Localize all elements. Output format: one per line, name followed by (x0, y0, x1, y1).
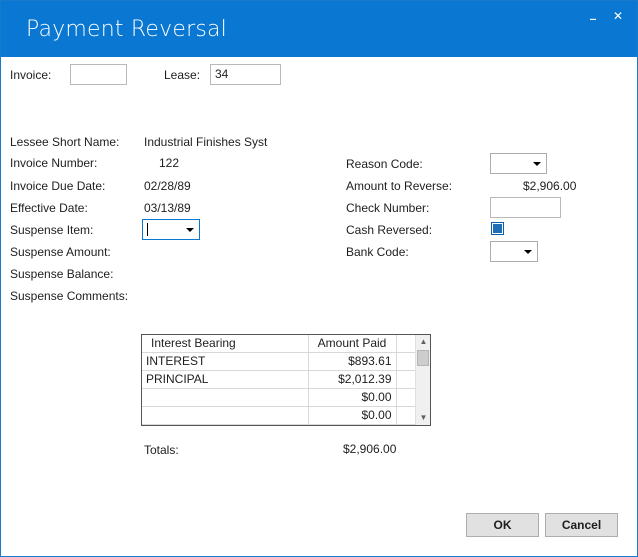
scrollbar-thumb[interactable] (417, 350, 429, 366)
suspense-item-select[interactable] (142, 219, 200, 240)
check-number-input[interactable] (490, 197, 561, 218)
chevron-down-icon[interactable] (533, 162, 541, 166)
scroll-up-arrow-icon[interactable]: ▲ (416, 335, 430, 349)
ok-button[interactable]: OK (466, 513, 539, 537)
table-row[interactable]: INTEREST $893.61 (142, 352, 417, 371)
row-spacer-cell (396, 406, 417, 425)
checkbox-fill (493, 224, 502, 233)
suspense-balance-label: Suspense Balance: (10, 267, 114, 281)
amount-to-reverse-label: Amount to Reverse: (346, 179, 453, 193)
effective-date-label: Effective Date: (10, 201, 88, 215)
scroll-down-arrow-icon[interactable]: ▼ (416, 411, 430, 425)
row-spacer-cell (396, 352, 417, 371)
reason-code-select[interactable] (490, 153, 547, 174)
bank-code-label: Bank Code: (346, 245, 409, 259)
bank-code-select[interactable] (490, 241, 538, 262)
totals-value: $2,906.00 (343, 442, 397, 456)
chevron-down-icon[interactable] (186, 228, 194, 232)
text-caret (147, 223, 148, 236)
check-number-label: Check Number: (346, 201, 430, 215)
grid-header-row: Interest Bearing Amount Paid (142, 335, 417, 353)
row-name-cell[interactable] (142, 388, 309, 407)
row-amount-cell[interactable]: $0.00 (308, 388, 397, 407)
close-icon[interactable]: ✕ (613, 10, 623, 22)
table-row[interactable]: $0.00 (142, 406, 417, 425)
cash-reversed-checkbox[interactable] (491, 222, 504, 235)
invoice-input[interactable] (70, 64, 127, 85)
row-amount-cell[interactable]: $893.61 (308, 352, 397, 371)
row-name-cell[interactable]: INTEREST (142, 352, 309, 371)
amount-to-reverse-value: $2,906.00 (523, 179, 577, 193)
reason-code-label: Reason Code: (346, 157, 423, 171)
table-row[interactable]: $0.00 (142, 388, 417, 407)
row-name-cell[interactable]: PRINCIPAL (142, 370, 309, 389)
row-amount-cell[interactable]: $0.00 (308, 406, 397, 425)
row-spacer-cell (396, 370, 417, 389)
column-header-spacer (396, 335, 417, 353)
window-title: Payment Reversal (26, 17, 227, 42)
invoice-number-label: Invoice Number: (10, 156, 98, 170)
grid-vertical-scrollbar[interactable]: ▲ ▼ (415, 335, 430, 425)
lessee-short-name-value: Industrial Finishes Syst (144, 135, 268, 149)
row-amount-cell[interactable]: $2,012.39 (308, 370, 397, 389)
interest-bearing-grid: Interest Bearing Amount Paid INTEREST $8… (141, 334, 431, 426)
suspense-item-label: Suspense Item: (10, 223, 94, 237)
cash-reversed-label: Cash Reversed: (346, 223, 433, 237)
invoice-due-date-value: 02/28/89 (144, 179, 191, 193)
suspense-amount-label: Suspense Amount: (10, 245, 111, 259)
row-spacer-cell (396, 388, 417, 407)
lease-input[interactable]: 34 (210, 64, 281, 85)
minimize-icon[interactable]: _ (590, 7, 596, 19)
lessee-short-name-label: Lessee Short Name: (10, 135, 120, 149)
column-header-interest-bearing[interactable]: Interest Bearing (142, 335, 309, 353)
row-name-cell[interactable] (142, 406, 309, 425)
title-bar: Payment Reversal _ ✕ (1, 1, 637, 57)
effective-date-value: 03/13/89 (144, 201, 191, 215)
table-row[interactable]: PRINCIPAL $2,012.39 (142, 370, 417, 389)
lease-label: Lease: (164, 68, 201, 82)
invoice-due-date-label: Invoice Due Date: (10, 179, 106, 193)
suspense-comments-label: Suspense Comments: (10, 289, 129, 303)
column-header-amount-paid[interactable]: Amount Paid (308, 335, 397, 353)
invoice-number-value: 122 (159, 156, 180, 170)
chevron-down-icon[interactable] (524, 250, 532, 254)
invoice-label: Invoice: (10, 68, 52, 82)
grid-table: Interest Bearing Amount Paid INTEREST $8… (142, 335, 417, 425)
cancel-button[interactable]: Cancel (545, 513, 618, 537)
totals-label: Totals: (144, 443, 179, 457)
payment-reversal-window: Payment Reversal _ ✕ Invoice: Lease: 34 … (0, 0, 638, 557)
